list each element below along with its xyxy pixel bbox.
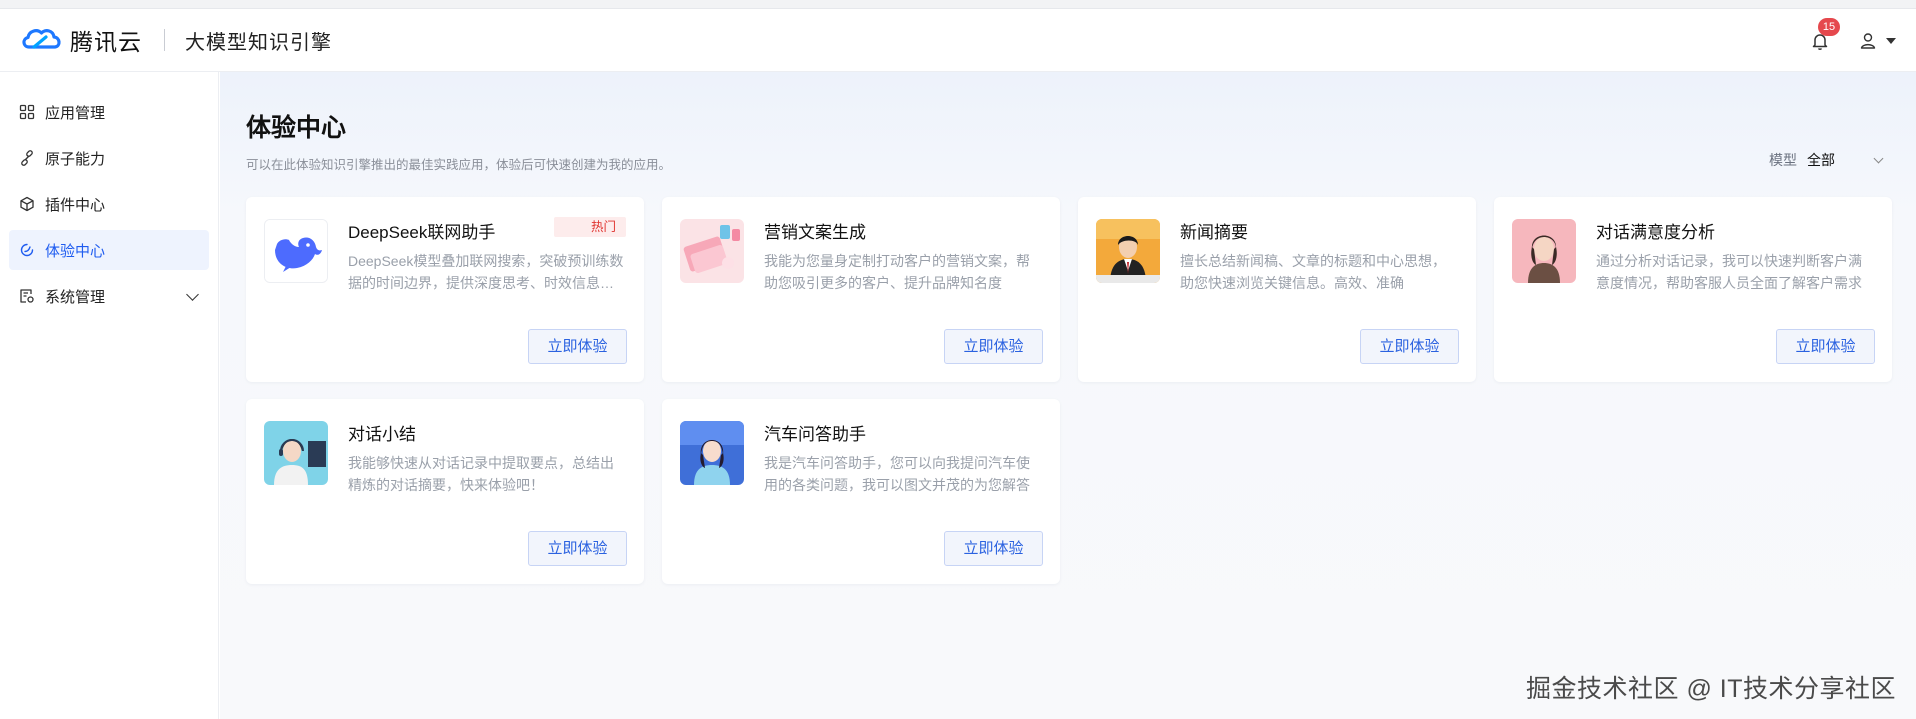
chevron-down-icon xyxy=(1873,153,1884,163)
card-image xyxy=(1512,219,1576,283)
filter-select[interactable]: 全部 xyxy=(1807,150,1835,170)
notification-badge: 15 xyxy=(1818,17,1840,36)
main-content: 体验中心 可以在此体验知识引擎推出的最佳实践应用，体验后可快速创建为我的应用。 … xyxy=(220,72,1916,719)
card-description: 我能够快速从对话记录中提取要点，总结出精炼的对话摘要，快来体验吧！ xyxy=(348,455,614,493)
card-image xyxy=(680,421,744,485)
grid-icon xyxy=(19,104,35,120)
card-title: 营销文案生成 xyxy=(764,223,866,242)
app-card-satisfaction-analysis[interactable]: 对话满意度分析 通过分析对话记录，我可以快速判断客户满意度情况，帮助客服人员全面… xyxy=(1494,197,1892,382)
page-title: 体验中心 xyxy=(246,114,347,142)
user-icon xyxy=(1860,32,1876,49)
link-icon xyxy=(21,150,33,166)
sidebar-item-label: 原子能力 xyxy=(45,150,106,168)
sidebar-item-experience-center[interactable]: 体验中心 xyxy=(9,230,209,270)
card-description: 我能为您量身定制打动客户的营销文案，帮助您吸引更多的客户、提升品牌知名度 xyxy=(764,253,1030,291)
card-image xyxy=(264,421,328,485)
sidebar: 应用管理 原子能力 插件中心 体验中心 系统管理 xyxy=(0,72,219,719)
try-now-button[interactable]: 立即体验 xyxy=(1776,329,1875,364)
tencent-cloud-logo-icon xyxy=(22,29,61,49)
app-card-car-qa[interactable]: 汽车问答助手 我是汽车问答助手，您可以向我提问汽车使用的各类问题，我可以图文并茂… xyxy=(662,399,1060,584)
app-card-news-summary[interactable]: 新闻摘要 擅长总结新闻稿、文章的标题和中心思想，助您快速浏览关键信息。高效、准确… xyxy=(1078,197,1476,382)
sidebar-item-label: 应用管理 xyxy=(45,104,106,122)
try-now-button[interactable]: 立即体验 xyxy=(528,531,627,566)
marketing-products-image xyxy=(680,219,744,283)
filter-label: 模型 xyxy=(1769,152,1797,168)
card-image xyxy=(680,219,744,283)
card-title: 对话小结 xyxy=(348,425,416,444)
app-header: 腾讯云 大模型知识引擎 15 xyxy=(0,9,1916,72)
hot-badge: 热门 xyxy=(554,217,626,237)
sidebar-item-app-management[interactable]: 应用管理 xyxy=(9,92,209,132)
news-anchor-image xyxy=(1096,219,1160,283)
try-now-button[interactable]: 立即体验 xyxy=(1360,329,1459,364)
card-image xyxy=(264,219,328,283)
sidebar-item-plugin-center[interactable]: 插件中心 xyxy=(9,184,209,224)
model-filter[interactable]: 模型 全部 xyxy=(1769,150,1884,170)
card-description: 擅长总结新闻稿、文章的标题和中心思想，助您快速浏览关键信息。高效、准确 xyxy=(1180,253,1446,291)
try-now-button[interactable]: 立即体验 xyxy=(944,531,1043,566)
card-title: 对话满意度分析 xyxy=(1596,223,1715,242)
notification-button[interactable]: 15 xyxy=(1808,17,1840,53)
deepseek-whale-icon xyxy=(265,220,327,282)
app-card-deepseek[interactable]: DeepSeek联网助手 热门 DeepSeek模型叠加联网搜索，突破预训练数据… xyxy=(246,197,644,382)
brand-name: 腾讯云 xyxy=(70,29,142,55)
card-description: DeepSeek模型叠加联网搜索，突破预训练数据的时间边界，提供深度思考、时效信… xyxy=(348,253,624,291)
card-title: 汽车问答助手 xyxy=(764,425,866,444)
experience-icon xyxy=(20,243,34,257)
headset-agent-image xyxy=(264,421,328,485)
car-assistant-image xyxy=(680,421,744,485)
service-woman-image xyxy=(1512,219,1576,283)
app-card-dialogue-summary[interactable]: 对话小结 我能够快速从对话记录中提取要点，总结出精炼的对话摘要，快来体验吧！ 立… xyxy=(246,399,644,584)
try-now-button[interactable]: 立即体验 xyxy=(944,329,1043,364)
sidebar-item-system-management[interactable]: 系统管理 xyxy=(9,276,209,316)
card-description: 通过分析对话记录，我可以快速判断客户满意度情况，帮助客服人员全面了解客户需求 xyxy=(1596,253,1862,291)
page-description: 可以在此体验知识引擎推出的最佳实践应用，体验后可快速创建为我的应用。 xyxy=(246,158,672,172)
settings-doc-icon xyxy=(20,289,34,303)
sidebar-item-label: 系统管理 xyxy=(45,288,106,306)
cube-icon xyxy=(20,196,34,212)
user-menu[interactable] xyxy=(1858,31,1896,51)
product-name: 大模型知识引擎 xyxy=(185,31,332,54)
card-image xyxy=(1096,219,1160,283)
top-strip xyxy=(0,0,1916,9)
app-card-marketing-copy[interactable]: 营销文案生成 我能为您量身定制打动客户的营销文案，帮助您吸引更多的客户、提升品牌… xyxy=(662,197,1060,382)
card-title: DeepSeek联网助手 xyxy=(348,223,496,242)
header-divider xyxy=(164,29,165,51)
try-now-button[interactable]: 立即体验 xyxy=(528,329,627,364)
card-title: 新闻摘要 xyxy=(1180,223,1248,242)
chevron-down-icon[interactable] xyxy=(186,288,199,301)
chevron-down-icon xyxy=(1886,37,1896,44)
watermark-text: 掘金技术社区 @ IT技术分享社区 xyxy=(1526,675,1896,703)
card-description: 我是汽车问答助手，您可以向我提问汽车使用的各类问题，我可以图文并茂的为您解答 xyxy=(764,455,1030,493)
sidebar-item-atomic-capability[interactable]: 原子能力 xyxy=(9,138,209,178)
sidebar-item-label: 体验中心 xyxy=(45,242,106,260)
sidebar-item-label: 插件中心 xyxy=(45,196,106,214)
logo[interactable]: 腾讯云 xyxy=(20,23,142,57)
